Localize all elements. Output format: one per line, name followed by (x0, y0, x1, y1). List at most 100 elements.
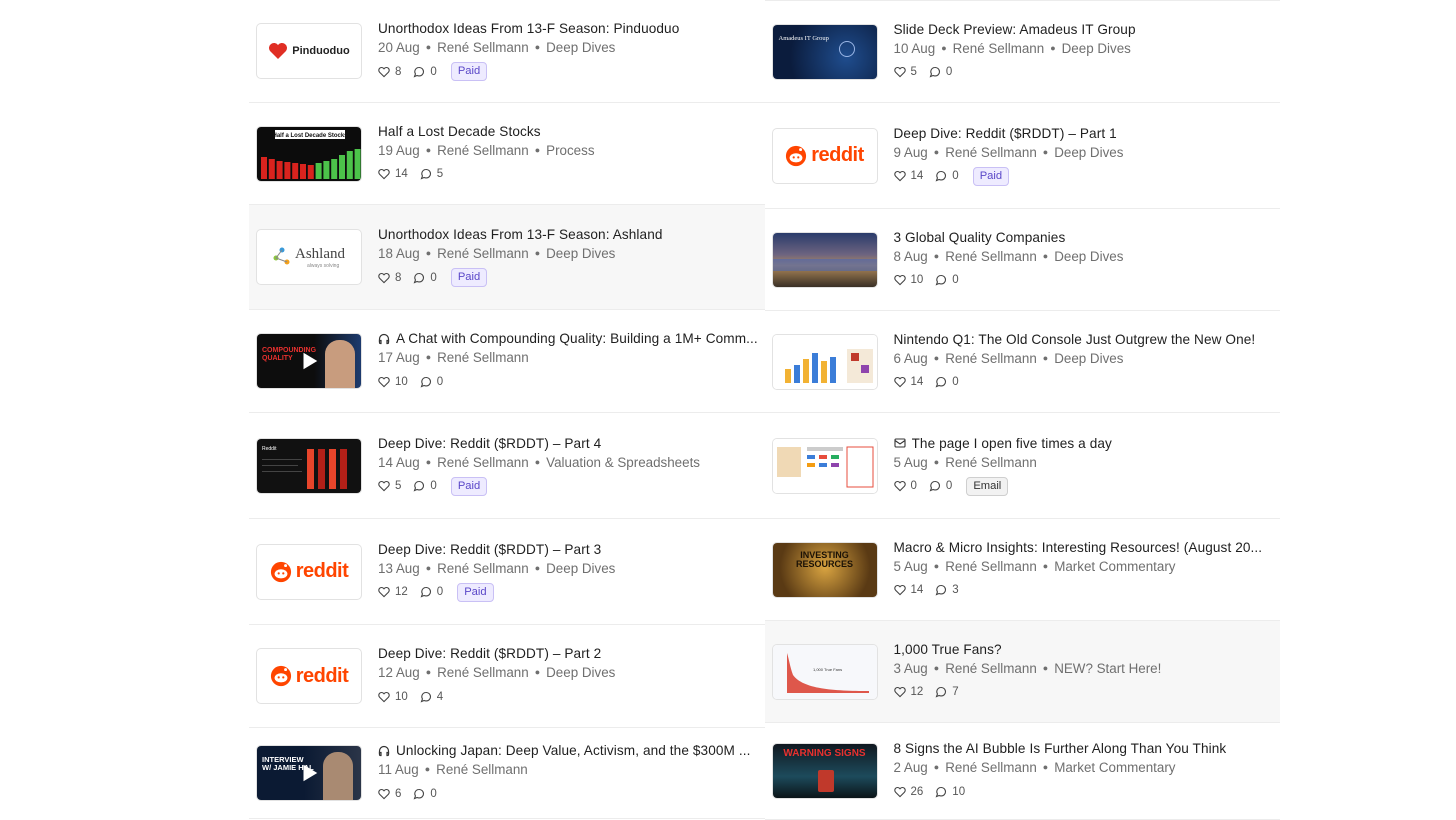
like-button[interactable]: 5 (378, 480, 401, 492)
like-button[interactable]: 8 (378, 272, 401, 284)
post-thumbnail[interactable]: Pinduoduo (256, 23, 362, 79)
comment-button[interactable]: 0 (929, 480, 952, 492)
post-section[interactable]: Market Commentary (1054, 559, 1175, 574)
post-author[interactable]: René Sellmann (437, 561, 529, 576)
post-title[interactable]: Deep Dive: Reddit ($RDDT) – Part 3 (378, 542, 601, 557)
comment-button[interactable]: 0 (420, 376, 443, 388)
post-author[interactable]: René Sellmann (945, 455, 1037, 470)
like-button[interactable]: 26 (893, 786, 923, 798)
post-item[interactable]: Pinduoduo Unorthodox Ideas From 13-F Sea… (249, 0, 765, 103)
comment-button[interactable]: 0 (935, 376, 959, 388)
comment-button[interactable]: 10 (935, 786, 965, 798)
post-title-row[interactable]: 3 Global Quality Companies (894, 230, 1275, 245)
post-thumbnail[interactable] (771, 437, 878, 494)
comment-button[interactable]: 0 (413, 66, 437, 78)
post-item[interactable]: The page I open five times a day 5 Aug ● R… (764, 413, 1280, 519)
comment-button[interactable]: 4 (420, 691, 443, 703)
post-item[interactable]: Nintendo Q1: The Old Console Just Outgre… (764, 311, 1280, 413)
post-thumbnail[interactable] (771, 231, 878, 288)
post-title-row[interactable]: Half a Lost Decade Stocks (378, 124, 759, 139)
like-button[interactable]: 10 (378, 691, 408, 703)
post-title-row[interactable]: Macro & Micro Insights: Interesting Reso… (894, 540, 1275, 555)
post-author[interactable]: René Sellmann (437, 665, 529, 680)
post-title-row[interactable]: A Chat with Compounding Quality: Buildin… (378, 331, 759, 346)
post-title-row[interactable]: Deep Dive: Reddit ($RDDT) – Part 1 (894, 126, 1275, 141)
comment-button[interactable]: 0 (935, 170, 959, 182)
post-item[interactable]: INVESTING RESOURCES Macro & Micro Insigh… (764, 519, 1280, 621)
post-thumbnail[interactable]: WARNING SIGNS (771, 743, 878, 799)
post-section[interactable]: Deep Dives (546, 561, 615, 576)
post-author[interactable]: René Sellmann (436, 762, 528, 777)
like-button[interactable]: 0 (893, 480, 917, 492)
post-author[interactable]: René Sellmann (945, 661, 1037, 676)
post-section[interactable]: Deep Dives (546, 246, 615, 261)
post-section[interactable]: Deep Dives (546, 40, 615, 55)
post-author[interactable]: René Sellmann (953, 41, 1045, 56)
comment-button[interactable]: 5 (420, 168, 443, 180)
post-thumbnail[interactable]: reddit (771, 127, 878, 184)
post-item[interactable]: Reddit Deep Dive: Reddit ($RDDT) – Part … (249, 413, 765, 519)
like-button[interactable]: 14 (378, 168, 408, 180)
post-title[interactable]: 8 Signs the AI Bubble Is Further Along T… (894, 741, 1227, 756)
post-section[interactable]: Deep Dives (546, 665, 615, 680)
comment-button[interactable]: 0 (929, 66, 952, 78)
post-item[interactable]: reddit Deep Dive: Reddit ($RDDT) – Part … (764, 103, 1280, 209)
post-title-row[interactable]: 8 Signs the AI Bubble Is Further Along T… (894, 741, 1275, 756)
post-item[interactable]: Amadeus IT Group Slide Deck Preview: Ama… (764, 1, 1280, 103)
post-title-row[interactable]: Slide Deck Preview: Amadeus IT Group (894, 22, 1275, 37)
comment-button[interactable]: 0 (420, 586, 443, 598)
post-author[interactable]: René Sellmann (945, 145, 1037, 160)
post-title-row[interactable]: Unorthodox Ideas From 13-F Season: Ashla… (378, 227, 759, 242)
post-section[interactable]: Market Commentary (1054, 760, 1175, 775)
post-title[interactable]: Nintendo Q1: The Old Console Just Outgre… (894, 332, 1256, 347)
post-item[interactable]: WARNING SIGNS 8 Signs the AI Bubble Is F… (764, 723, 1280, 820)
post-thumbnail[interactable]: Reddit (256, 437, 362, 494)
post-author[interactable]: René Sellmann (945, 559, 1037, 574)
like-button[interactable]: 14 (893, 170, 923, 182)
post-thumbnail[interactable]: INTERVIEW W/ JAMIE HAL (256, 745, 362, 801)
like-button[interactable]: 12 (893, 686, 923, 698)
post-thumbnail[interactable]: reddit (256, 543, 362, 600)
post-title-row[interactable]: The page I open five times a day (893, 436, 1275, 451)
post-title-row[interactable]: Unorthodox Ideas From 13-F Season: Pindu… (378, 21, 759, 36)
post-title[interactable]: 1,000 True Fans? (894, 642, 1002, 657)
post-author[interactable]: René Sellmann (437, 350, 529, 365)
post-title[interactable]: 3 Global Quality Companies (894, 230, 1066, 245)
post-section[interactable]: Deep Dives (1054, 145, 1123, 160)
post-title[interactable]: Half a Lost Decade Stocks (378, 124, 541, 139)
post-title[interactable]: Slide Deck Preview: Amadeus IT Group (894, 22, 1136, 37)
post-item[interactable]: Ashland always solving Unorthodox Ideas … (249, 205, 765, 310)
like-button[interactable]: 14 (893, 584, 923, 596)
post-title[interactable]: Deep Dive: Reddit ($RDDT) – Part 1 (894, 126, 1117, 141)
post-section[interactable]: NEW? Start Here! (1054, 661, 1161, 676)
like-button[interactable]: 10 (378, 376, 408, 388)
post-item[interactable]: reddit Deep Dive: Reddit ($RDDT) – Part … (249, 625, 765, 728)
post-thumbnail[interactable]: Amadeus IT Group (771, 23, 878, 80)
post-thumbnail[interactable]: reddit (256, 648, 362, 704)
post-author[interactable]: René Sellmann (437, 455, 529, 470)
post-thumbnail[interactable]: COMPOUNDING QUALITY (256, 333, 362, 389)
post-section[interactable]: Deep Dives (1054, 351, 1123, 366)
post-title-row[interactable]: Deep Dive: Reddit ($RDDT) – Part 4 (378, 436, 759, 451)
post-item[interactable]: Half a Lost Decade Stocks Half a Lost De… (249, 103, 765, 205)
like-button[interactable]: 14 (893, 376, 923, 388)
post-author[interactable]: René Sellmann (437, 40, 529, 55)
comment-button[interactable]: 3 (935, 584, 959, 596)
post-item[interactable]: 1,000 True Fans 1,000 True Fans? 3 Aug ● R… (764, 621, 1280, 723)
post-item[interactable]: 3 Global Quality Companies 8 Aug ● René Se… (764, 209, 1280, 311)
post-section[interactable]: Deep Dives (1062, 41, 1131, 56)
like-button[interactable]: 12 (378, 586, 408, 598)
post-section[interactable]: Deep Dives (1054, 249, 1123, 264)
post-title-row[interactable]: Nintendo Q1: The Old Console Just Outgre… (894, 332, 1275, 347)
post-author[interactable]: René Sellmann (945, 249, 1037, 264)
post-thumbnail[interactable] (771, 333, 878, 390)
comment-button[interactable]: 0 (413, 788, 437, 800)
post-title[interactable]: The page I open five times a day (912, 436, 1112, 451)
post-author[interactable]: René Sellmann (437, 246, 529, 261)
like-button[interactable]: 6 (378, 788, 401, 800)
comment-button[interactable]: 0 (413, 272, 437, 284)
post-title-row[interactable]: Deep Dive: Reddit ($RDDT) – Part 3 (378, 542, 759, 557)
post-title[interactable]: Deep Dive: Reddit ($RDDT) – Part 2 (378, 646, 601, 661)
comment-button[interactable]: 7 (935, 686, 959, 698)
post-item[interactable]: reddit Deep Dive: Reddit ($RDDT) – Part … (249, 519, 765, 625)
